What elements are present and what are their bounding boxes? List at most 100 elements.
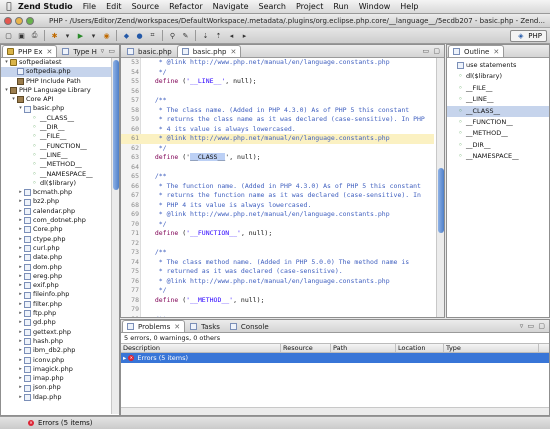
tree-item[interactable]: ▸ bcmath.php — [1, 188, 119, 197]
tree-item[interactable]: ▾ PHP Language Library — [1, 86, 119, 95]
code-line[interactable]: 70 */ — [121, 220, 434, 230]
menu-window[interactable]: Window — [359, 2, 391, 11]
code-line[interactable]: 72 — [121, 239, 434, 249]
code-line[interactable]: 60 * 4 its value is always lowercased. — [121, 125, 434, 135]
scrollbar-thumb[interactable] — [438, 168, 444, 233]
tree-item[interactable]: ◦ __FILE__ — [1, 132, 119, 141]
tree-item[interactable]: ▸ curl.php — [1, 244, 119, 253]
chevron-right-icon[interactable]: ▸ — [17, 272, 24, 281]
outline-item[interactable]: ◦ __LINE__ — [447, 94, 549, 105]
code-area[interactable]: 53 * @link http://www.php.net/manual/en/… — [121, 58, 444, 317]
column-location[interactable]: Location — [396, 344, 444, 352]
zoom-window-button[interactable] — [26, 16, 34, 25]
app-menu[interactable]: Zend Studio — [18, 2, 73, 11]
menu-run[interactable]: Run — [333, 2, 348, 11]
code-line[interactable]: 58 * The class name. (Added in PHP 4.3.0… — [121, 106, 434, 116]
explorer-scrollbar[interactable] — [111, 58, 119, 414]
editor-scrollbar[interactable] — [436, 58, 444, 317]
tree-item[interactable]: ▸ ctype.php — [1, 235, 119, 244]
chevron-right-icon[interactable]: ▸ — [17, 328, 24, 337]
table-row[interactable]: ▸ ✕ Errors (5 items) — [121, 353, 549, 363]
code-line[interactable]: 75 * returned as it was declared (case-s… — [121, 267, 434, 277]
tab-php-explorer[interactable]: PHP Ex ✕ — [2, 45, 58, 57]
chevron-right-icon[interactable]: ▸ — [17, 309, 24, 318]
tree-item[interactable]: ▸ ftp.php — [1, 309, 119, 318]
chevron-right-icon[interactable]: ▸ — [17, 225, 24, 234]
outline-item[interactable]: ◦ __FUNCTION__ — [447, 117, 549, 128]
tree-item[interactable]: ▸ imap.php — [1, 374, 119, 383]
new-class-icon[interactable]: ● — [134, 30, 145, 41]
code-line[interactable]: 67 * returns the function name as it was… — [121, 191, 434, 201]
search-icon[interactable]: ⚲ — [167, 30, 178, 41]
column-path[interactable]: Path — [331, 344, 396, 352]
tree-item[interactable]: ▸ Core.php — [1, 225, 119, 234]
code-line[interactable]: 62 */ — [121, 144, 434, 154]
code-line[interactable]: 57 /** — [121, 96, 434, 106]
tree-item[interactable]: ◦ dl($library) — [1, 179, 119, 188]
view-menu-icon[interactable]: ▿ ▭ ▢ — [520, 322, 546, 330]
tree-item[interactable]: ▸ ldap.php — [1, 393, 119, 402]
tab-basic-php-2[interactable]: basic.php ✕ — [176, 45, 242, 57]
debug-icon[interactable]: ✱ — [49, 30, 60, 41]
edit-icon[interactable]: ✎ — [180, 30, 191, 41]
menu-help[interactable]: Help — [400, 2, 418, 11]
chevron-right-icon[interactable]: ▸ — [17, 346, 24, 355]
tree-item[interactable]: ▸ ereg.php — [1, 272, 119, 281]
tree-item[interactable]: ▸ bz2.php — [1, 197, 119, 206]
close-window-button[interactable] — [4, 16, 12, 25]
chevron-right-icon[interactable]: ▸ — [17, 253, 24, 262]
chevron-down-icon[interactable]: ▾ — [88, 30, 99, 41]
chevron-right-icon[interactable]: ▸ — [17, 188, 24, 197]
outline-item[interactable]: ◦ __CLASS__ — [447, 105, 549, 117]
view-menu-icon[interactable]: ▿ ▭ — [101, 47, 116, 55]
next-annotation-icon[interactable]: ⇣ — [200, 30, 211, 41]
code-line[interactable]: 59 * returns the class name as it was de… — [121, 115, 434, 125]
chevron-right-icon[interactable]: ▸ — [17, 235, 24, 244]
code-line[interactable]: 80 /** — [121, 315, 434, 318]
tree-item[interactable]: ▾ Core API — [1, 95, 119, 104]
tree-item[interactable]: ▸ com_dotnet.php — [1, 216, 119, 225]
code-line[interactable]: 76 * @link http://www.php.net/manual/en/… — [121, 277, 434, 287]
print-icon[interactable]: ⎙ — [29, 30, 40, 41]
save-icon[interactable]: ▣ — [16, 30, 27, 41]
chevron-right-icon[interactable]: ▸ — [17, 383, 24, 392]
close-icon[interactable]: ✕ — [493, 48, 499, 56]
tree-item[interactable]: ▸ dom.php — [1, 263, 119, 272]
outline-item[interactable]: ◦ __METHOD__ — [447, 128, 549, 139]
code-line[interactable]: 79 — [121, 305, 434, 315]
outline-item[interactable]: ◦ dl($library) — [447, 71, 549, 82]
chevron-right-icon[interactable]: ▸ — [17, 365, 24, 374]
code-line[interactable]: 61 * @link http://www.php.net/manual/en/… — [121, 134, 434, 144]
tree-item[interactable]: ▸ date.php — [1, 253, 119, 262]
tab-tasks[interactable]: Tasks — [185, 320, 225, 332]
tree-item[interactable]: ◦ __LINE__ — [1, 151, 119, 160]
minimize-window-button[interactable] — [15, 16, 23, 25]
chevron-right-icon[interactable]: ▸ — [123, 354, 126, 362]
tree-item[interactable]: ▸ filter.php — [1, 300, 119, 309]
column-resource[interactable]: Resource — [281, 344, 331, 352]
menu-edit[interactable]: Edit — [106, 2, 122, 11]
forward-icon[interactable]: ▸ — [239, 30, 250, 41]
previous-annotation-icon[interactable]: ⇡ — [213, 30, 224, 41]
tree-item[interactable]: ▸ fileinfo.php — [1, 290, 119, 299]
chevron-right-icon[interactable]: ▸ — [17, 207, 24, 216]
menu-source[interactable]: Source — [132, 2, 159, 11]
column-description[interactable]: Description — [121, 344, 281, 352]
code-line[interactable]: 71 define ('__FUNCTION__', null); — [121, 229, 434, 239]
perspective-switcher[interactable]: ◈ PHP — [510, 30, 547, 42]
code-line[interactable]: 63 define ('__CLASS__', null); — [121, 153, 434, 163]
tree-item[interactable]: ◦ __NAMESPACE__ — [1, 170, 119, 179]
tree-item[interactable]: ▸ imagick.php — [1, 365, 119, 374]
code-line[interactable]: 78 define ('__METHOD__', null); — [121, 296, 434, 306]
chevron-right-icon[interactable]: ▸ — [17, 197, 24, 206]
tree-item[interactable]: ▸ gd.php — [1, 318, 119, 327]
chevron-right-icon[interactable]: ▸ — [17, 244, 24, 253]
chevron-down-icon[interactable]: ▾ — [17, 104, 24, 113]
code-line[interactable]: 65 /** — [121, 172, 434, 182]
outline-item[interactable]: use statements — [447, 60, 549, 71]
back-icon[interactable]: ◂ — [226, 30, 237, 41]
new-project-icon[interactable]: ◆ — [121, 30, 132, 41]
code-line[interactable]: 55 define ('__LINE__', null); — [121, 77, 434, 87]
tree-item[interactable]: ▸ exif.php — [1, 281, 119, 290]
tree-item[interactable]: ▸ calendar.php — [1, 207, 119, 216]
